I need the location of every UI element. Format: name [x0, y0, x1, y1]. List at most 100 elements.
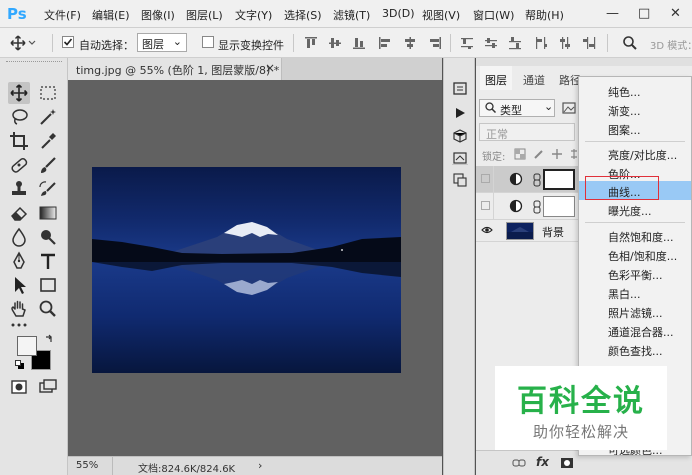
eye-icon[interactable]	[481, 225, 493, 235]
gradient-tool-button[interactable]	[37, 202, 59, 224]
history-brush-tool-button[interactable]	[37, 178, 59, 200]
move-tool-button[interactable]	[8, 82, 30, 104]
layer-visibility-toggle[interactable]	[476, 193, 494, 220]
history-panel-icon[interactable]	[452, 80, 468, 96]
menu-filter[interactable]: 滤镜(T)	[333, 7, 370, 23]
align-top-icon[interactable]	[304, 36, 318, 50]
menu-item-solid-color[interactable]: 纯色...	[579, 81, 691, 100]
menu-item-brightness-contrast[interactable]: 亮度/对比度...	[579, 144, 691, 163]
layer-mask-thumbnail[interactable]	[543, 169, 575, 190]
default-colors-icon[interactable]	[15, 360, 25, 370]
menu-item-gradient[interactable]: 渐变...	[579, 100, 691, 119]
screen-mode-icon[interactable]	[37, 376, 59, 398]
distribute-bottom-icon[interactable]	[508, 36, 522, 50]
align-hcenter-icon[interactable]	[403, 36, 417, 50]
menu-item-color-balance[interactable]: 色彩平衡...	[579, 264, 691, 283]
lock-pixels-icon[interactable]	[533, 148, 545, 160]
layer-visibility-toggle[interactable]	[476, 166, 494, 193]
link-icon[interactable]	[533, 173, 541, 187]
lasso-tool-button[interactable]	[8, 106, 30, 128]
menu-edit[interactable]: 编辑(E)	[92, 7, 130, 23]
menu-layer[interactable]: 图层(L)	[186, 7, 223, 23]
menu-item-black-white[interactable]: 黑白...	[579, 283, 691, 302]
quick-mask-icon[interactable]	[8, 376, 30, 398]
fx-icon[interactable]: fx	[536, 455, 549, 469]
layer-select-dropdown[interactable]: 图层 ⌄	[137, 33, 187, 52]
menu-file[interactable]: 文件(F)	[44, 7, 81, 23]
menu-type[interactable]: 文字(Y)	[235, 7, 272, 23]
menu-select[interactable]: 选择(S)	[284, 7, 322, 23]
menu-window[interactable]: 窗口(W)	[473, 7, 514, 23]
distribute-top-icon[interactable]	[460, 36, 474, 50]
distribute-right-icon[interactable]	[582, 36, 596, 50]
align-bottom-icon[interactable]	[352, 36, 366, 50]
rectangle-tool-button[interactable]	[37, 274, 59, 296]
eraser-tool-button[interactable]	[8, 202, 30, 224]
status-menu-arrow[interactable]: ›	[258, 459, 262, 472]
close-window-button[interactable]: ✕	[670, 6, 681, 21]
filter-image-icon[interactable]	[562, 101, 576, 115]
magic-wand-tool-button[interactable]	[37, 106, 59, 128]
hand-tool-button[interactable]	[8, 298, 30, 320]
align-left-icon[interactable]	[378, 36, 392, 50]
menu-view[interactable]: 视图(V)	[422, 7, 460, 23]
pen-tool-button[interactable]	[8, 250, 30, 272]
align-right-icon[interactable]	[428, 36, 442, 50]
tab-channels[interactable]: 通道	[516, 66, 552, 90]
lock-transparent-icon[interactable]	[514, 148, 526, 160]
menu-item-hue-saturation[interactable]: 色相/饱和度...	[579, 245, 691, 264]
tab-layers[interactable]: 图层	[480, 66, 512, 90]
document-image[interactable]	[92, 167, 401, 373]
distribute-hcenter-icon[interactable]	[558, 36, 572, 50]
clone-stamp-tool-button[interactable]	[8, 178, 30, 200]
distribute-vcenter-icon[interactable]	[484, 36, 498, 50]
brush-tool-button[interactable]	[37, 154, 59, 176]
document-tab[interactable]: timg.jpg @ 55% (色阶 1, 图层蒙版/8) * ×	[68, 58, 282, 80]
layer-row-adjustment-1[interactable]	[476, 166, 586, 193]
show-transform-checkbox[interactable]	[202, 36, 214, 48]
menu-item-channel-mixer[interactable]: 通道混合器...	[579, 321, 691, 340]
foreground-color-swatch[interactable]	[17, 336, 37, 356]
path-selection-tool-button[interactable]	[8, 274, 30, 296]
dodge-tool-button[interactable]	[37, 226, 59, 248]
move-tool-icon[interactable]	[10, 35, 36, 51]
link-layers-icon[interactable]	[512, 457, 526, 469]
zoom-tool-button[interactable]	[37, 298, 59, 320]
close-tab-icon[interactable]: ×	[265, 61, 275, 75]
menu-item-color-lookup[interactable]: 颜色查找...	[579, 340, 691, 359]
crop-tool-button[interactable]	[8, 130, 30, 152]
marquee-tool-button[interactable]	[37, 82, 59, 104]
swap-colors-icon[interactable]	[44, 334, 54, 344]
add-mask-icon[interactable]	[560, 457, 574, 469]
healing-brush-tool-button[interactable]	[8, 154, 30, 176]
lock-position-icon[interactable]	[551, 148, 563, 160]
menu-item-pattern[interactable]: 图案...	[579, 119, 691, 138]
menu-item-exposure[interactable]: 曝光度...	[579, 200, 691, 219]
zoom-level[interactable]: 55%	[76, 460, 98, 471]
more-tools-icon[interactable]	[8, 318, 30, 332]
layer-filter-dropdown[interactable]: 类型 ⌄	[479, 99, 555, 117]
menu-item-vibrance[interactable]: 自然饱和度...	[579, 226, 691, 245]
link-icon[interactable]	[533, 200, 541, 214]
align-vcenter-icon[interactable]	[328, 36, 342, 50]
layer-row-adjustment-2[interactable]	[476, 193, 586, 220]
menu-item-photo-filter[interactable]: 照片滤镜...	[579, 302, 691, 321]
layer-name[interactable]: 背景	[542, 224, 564, 240]
menu-3d[interactable]: 3D(D)	[382, 7, 415, 20]
auto-select-checkbox[interactable]	[62, 36, 74, 48]
eyedropper-tool-button[interactable]	[37, 130, 59, 152]
minimize-button[interactable]: —	[606, 6, 619, 21]
blur-tool-button[interactable]	[8, 226, 30, 248]
layer-row-background[interactable]: 背景	[476, 220, 586, 242]
character-panel-icon[interactable]	[452, 172, 468, 188]
maximize-button[interactable]: □	[638, 6, 650, 21]
distribute-left-icon[interactable]	[534, 36, 548, 50]
layer-mask-thumbnail[interactable]	[543, 196, 575, 217]
blend-mode-dropdown[interactable]: 正常	[479, 123, 575, 141]
type-tool-button[interactable]	[37, 250, 59, 272]
3d-panel-icon[interactable]	[452, 128, 468, 144]
search-icon[interactable]	[622, 35, 638, 51]
play-actions-icon[interactable]	[453, 106, 467, 120]
menu-help[interactable]: 帮助(H)	[525, 7, 564, 23]
menu-image[interactable]: 图像(I)	[141, 7, 175, 23]
